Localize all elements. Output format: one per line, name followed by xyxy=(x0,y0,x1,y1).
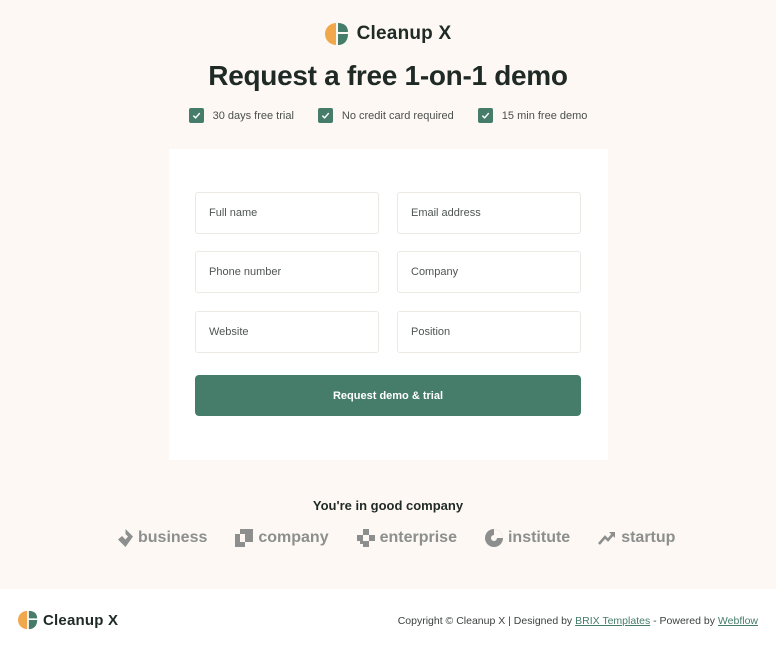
startup-logo-icon xyxy=(598,532,616,545)
leaf-logo-icon xyxy=(324,22,349,46)
webflow-link[interactable]: Webflow xyxy=(718,615,758,627)
demo-request-section: Cleanup X Request a free 1-on-1 demo 30 … xyxy=(0,0,776,589)
perk-item: 15 min free demo xyxy=(477,108,588,123)
perks-list: 30 days free trial No credit card requir… xyxy=(0,108,776,123)
perk-label: 30 days free trial xyxy=(212,109,294,122)
footer-copyright: Copyright © Cleanup X | Designed by BRIX… xyxy=(398,615,758,627)
full-name-field[interactable] xyxy=(195,192,379,234)
designer-link[interactable]: BRIX Templates xyxy=(575,615,650,627)
company-field[interactable] xyxy=(397,251,581,293)
copyright-text: Copyright © Cleanup X | Designed by xyxy=(397,615,573,627)
client-name: business xyxy=(138,529,208,546)
social-proof-heading: You're in good company xyxy=(312,498,464,513)
client-name: startup xyxy=(621,529,676,546)
perk-label: 15 min free demo xyxy=(501,109,588,122)
demo-request-form: Request demo & trial xyxy=(169,149,608,460)
perk-item: 30 days free trial xyxy=(188,108,294,123)
powered-text: - Powered by xyxy=(653,615,715,627)
email-field[interactable] xyxy=(397,192,581,234)
client-logo-company: company xyxy=(235,529,329,547)
check-icon xyxy=(477,108,493,123)
brand-name: Cleanup X xyxy=(356,23,452,44)
brand-header[interactable]: Cleanup X xyxy=(0,22,776,46)
client-logo-business: business xyxy=(118,529,207,547)
client-logos: business company enterprise institute st… xyxy=(118,529,675,547)
page-title: Request a free 1-on-1 demo xyxy=(208,60,568,91)
leaf-logo-icon xyxy=(18,610,38,630)
client-name: company xyxy=(258,529,329,546)
footer-brand[interactable]: Cleanup X xyxy=(18,610,118,630)
institute-logo-icon xyxy=(484,529,503,547)
client-logo-startup: startup xyxy=(598,529,675,547)
website-field[interactable] xyxy=(195,311,379,353)
request-demo-button[interactable]: Request demo & trial xyxy=(195,375,581,416)
client-logo-institute: institute xyxy=(484,529,571,547)
check-icon xyxy=(317,108,333,123)
footer-brand-name: Cleanup X xyxy=(43,611,119,629)
phone-field[interactable] xyxy=(195,251,379,293)
client-name: institute xyxy=(507,529,571,546)
position-field[interactable] xyxy=(397,311,581,353)
business-logo-icon xyxy=(118,529,133,547)
perk-item: No credit card required xyxy=(317,108,454,123)
footer: Cleanup X Copyright © Cleanup X | Design… xyxy=(0,589,776,652)
client-logo-enterprise: enterprise xyxy=(356,529,457,547)
check-icon xyxy=(188,108,204,123)
client-name: enterprise xyxy=(379,529,457,546)
company-logo-icon xyxy=(235,529,254,547)
enterprise-logo-icon xyxy=(356,529,375,547)
perk-label: No credit card required xyxy=(341,109,454,122)
